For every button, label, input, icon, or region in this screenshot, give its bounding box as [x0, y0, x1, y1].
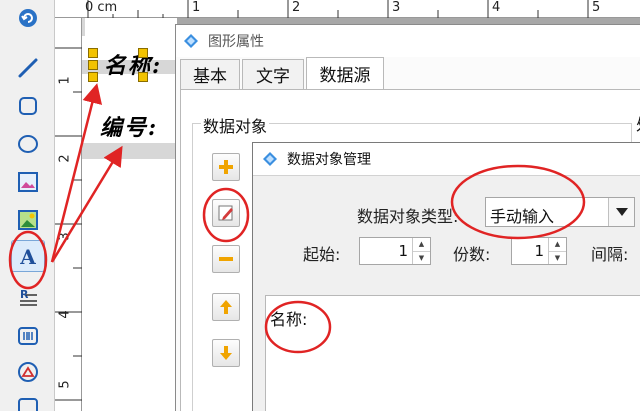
data-object-manager-window: 数据对象管理 数据对象类型: 手动输入 起始: 1 ▲ ▼ 份数: 1 ▲ ▼ — [252, 142, 640, 411]
count-value: 1 — [534, 242, 544, 260]
chevron-down-icon[interactable] — [608, 198, 634, 226]
properties-title-bar[interactable]: 图形属性 — [176, 25, 640, 57]
shape-icon[interactable] — [11, 356, 45, 388]
manager-title-bar[interactable]: 数据对象管理 — [253, 143, 640, 175]
plus-icon — [219, 160, 233, 174]
start-stepper[interactable]: 1 ▲ ▼ — [359, 237, 431, 265]
app-screen: 名称: 编号: 0 cm 1 2 3 4 5 1 2 3 4 5 A R 图形属… — [0, 0, 640, 411]
selection-handle[interactable] — [138, 72, 148, 82]
right-group-title-partial: 处 — [636, 111, 640, 135]
misc-icon[interactable] — [11, 392, 45, 411]
add-data-object-button[interactable] — [212, 153, 240, 181]
line-icon[interactable] — [11, 52, 45, 84]
ruler-number: 4 — [57, 310, 73, 319]
move-up-button[interactable] — [212, 293, 240, 321]
tab-data-source[interactable]: 数据源 — [306, 57, 384, 89]
properties-title: 图形属性 — [208, 34, 264, 50]
manager-title: 数据对象管理 — [287, 152, 371, 168]
data-type-label: 数据对象类型: — [357, 207, 459, 226]
edit-data-object-button[interactable] — [212, 199, 240, 227]
stepper-up-icon[interactable]: ▲ — [549, 238, 566, 252]
ruler-number: 4 — [492, 0, 501, 15]
rich-text-icon[interactable]: R — [11, 282, 45, 314]
ruler-number: 1 — [192, 0, 201, 15]
data-object-group-title: 数据对象 — [201, 113, 270, 137]
move-down-button[interactable] — [212, 339, 240, 367]
stepper-down-icon[interactable]: ▼ — [549, 252, 566, 265]
rotate-icon[interactable] — [11, 2, 45, 34]
tab-basic[interactable]: 基本 — [180, 59, 240, 89]
count-label: 份数: — [453, 245, 491, 264]
start-label: 起始: — [303, 245, 341, 264]
selection-handle[interactable] — [88, 72, 98, 82]
text-icon[interactable]: A — [11, 240, 45, 272]
ruler-number: 5 — [592, 0, 601, 15]
data-content-value: 名称: — [270, 310, 308, 329]
stepper-down-icon[interactable]: ▼ — [413, 252, 430, 265]
data-type-select[interactable]: 手动输入 — [485, 197, 635, 227]
selection-handle[interactable] — [88, 60, 98, 70]
ruler-number: 1 — [57, 76, 73, 85]
ruler-number: 3 — [392, 0, 401, 15]
selection-handle[interactable] — [138, 48, 148, 58]
app-logo-icon — [184, 34, 198, 48]
vertical-ruler: 1 2 3 4 5 — [55, 18, 82, 411]
rectangle-icon[interactable] — [11, 90, 45, 122]
svg-text:A: A — [19, 245, 36, 268]
ruler-origin-label: 0 cm — [85, 0, 118, 15]
ruler-number: 2 — [292, 0, 301, 15]
barcode-icon[interactable] — [11, 320, 45, 352]
tab-text[interactable]: 文字 — [242, 59, 304, 89]
count-stepper[interactable]: 1 ▲ ▼ — [511, 237, 567, 265]
remove-data-object-button[interactable] — [212, 245, 240, 273]
arrow-down-icon — [220, 346, 232, 360]
ruler-number: 3 — [57, 232, 73, 241]
canvas-band — [82, 18, 85, 36]
selection-handle[interactable] — [88, 48, 98, 58]
start-value: 1 — [398, 242, 408, 260]
label-name-text[interactable]: 名称: — [104, 48, 162, 80]
image-icon[interactable] — [11, 166, 45, 198]
ellipse-icon[interactable] — [11, 128, 45, 160]
tool-palette: A R — [0, 0, 55, 411]
horizontal-ruler: 0 cm 1 2 3 4 5 — [55, 0, 640, 18]
label-number-text[interactable]: 编号: — [100, 110, 158, 142]
app-logo-icon — [263, 152, 277, 166]
canvas-band — [82, 143, 177, 159]
stepper-up-icon[interactable]: ▲ — [413, 238, 430, 252]
minus-icon — [219, 257, 233, 261]
edit-icon — [218, 205, 233, 221]
interval-label: 间隔: — [591, 245, 629, 264]
ruler-number: 5 — [57, 380, 73, 389]
arrow-up-icon — [220, 300, 232, 314]
data-content-textarea[interactable]: 名称: — [265, 295, 640, 411]
picture-icon[interactable] — [11, 204, 45, 236]
data-type-value: 手动输入 — [490, 207, 555, 226]
ruler-number: 2 — [57, 154, 73, 163]
